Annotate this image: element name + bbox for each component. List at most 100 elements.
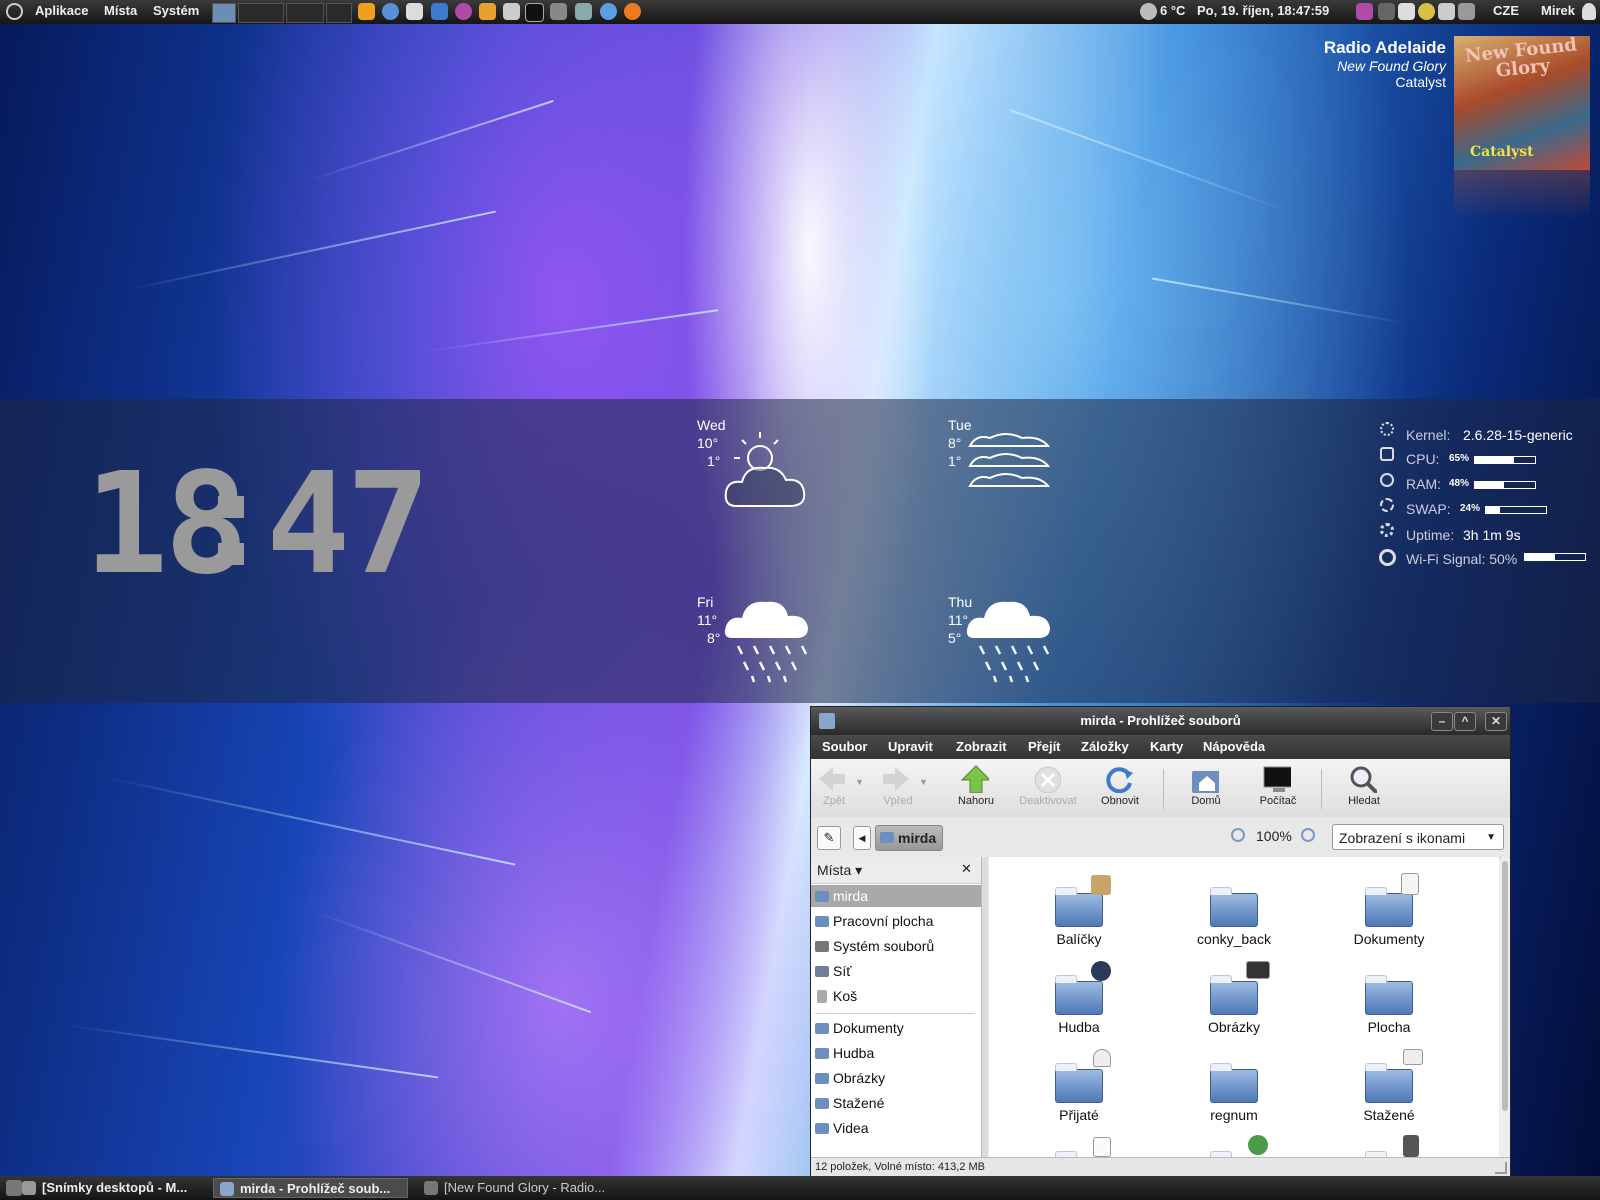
vertical-scrollbar[interactable] <box>1501 857 1509 1157</box>
folder-item-hudba[interactable]: Hudba <box>1009 955 1149 1035</box>
taskbar-item-file-manager[interactable]: mirda - Prohlížeč soub... <box>213 1178 408 1198</box>
folder-item-stazene[interactable]: Stažené <box>1319 1043 1459 1123</box>
menu-napoveda[interactable]: Nápověda <box>1203 739 1265 754</box>
browser-icon[interactable] <box>382 3 399 20</box>
folder-item-dokumenty[interactable]: Dokumenty <box>1319 867 1459 947</box>
view-mode-select[interactable]: Zobrazení s ikonami ▼ <box>1332 824 1504 850</box>
pidgin-icon[interactable] <box>431 3 448 20</box>
cloud-icon[interactable] <box>1398 3 1415 20</box>
status-icon[interactable] <box>1418 3 1435 20</box>
taskbar-item-screenshots[interactable]: [Snímky desktopů - M... <box>16 1178 232 1198</box>
home-button[interactable]: Domů <box>1171 759 1241 817</box>
workspace-2[interactable] <box>238 3 284 23</box>
mail-icon[interactable] <box>406 3 423 20</box>
app-icon[interactable] <box>550 3 567 20</box>
terminal-icon[interactable] <box>525 3 544 22</box>
menu-soubor[interactable]: Soubor <box>822 739 868 754</box>
menu-system[interactable]: Systém <box>153 3 199 18</box>
close-button[interactable]: ✕ <box>1485 712 1507 731</box>
keyboard-layout[interactable]: CZE <box>1493 3 1519 18</box>
workspace-4[interactable] <box>326 3 352 23</box>
user-menu[interactable]: Mirek <box>1541 3 1575 18</box>
sidebar-item-network[interactable]: Síť <box>811 960 981 982</box>
user-icon[interactable] <box>1582 3 1596 20</box>
zoom-out-icon[interactable] <box>1231 828 1245 842</box>
sidebar-close-icon[interactable]: ✕ <box>961 861 972 877</box>
path-back-button[interactable]: ◀ <box>853 826 871 850</box>
notification-icon[interactable] <box>1356 3 1373 20</box>
weather-temp[interactable]: 6 °C <box>1160 3 1185 18</box>
calculator-icon[interactable] <box>575 3 592 20</box>
minimize-button[interactable]: – <box>1431 712 1453 731</box>
folder-item-conky-back[interactable]: conky_back <box>1164 867 1304 947</box>
alert-icon[interactable] <box>455 3 472 20</box>
station-name: Radio Adelaide <box>1323 38 1446 57</box>
up-button[interactable]: Nahoru <box>941 759 1011 817</box>
sidebar-item-trash[interactable]: Koš <box>811 985 981 1007</box>
package-icon[interactable] <box>479 3 496 20</box>
launcher-icon[interactable] <box>358 3 375 20</box>
music-player-icon <box>424 1181 438 1195</box>
folder-item-plocha[interactable]: Plocha <box>1319 955 1459 1035</box>
search-button[interactable]: Hledat <box>1329 759 1399 817</box>
firefox-icon[interactable] <box>624 3 641 20</box>
folder-item-partial[interactable] <box>1009 1131 1149 1157</box>
wifi-icon[interactable] <box>1378 3 1395 20</box>
resize-grip-icon[interactable] <box>1495 1162 1507 1174</box>
back-button[interactable]: ▼ Zpět <box>811 759 881 817</box>
folder-item-obrazky[interactable]: Obrázky <box>1164 955 1304 1035</box>
sidebar-resize-handle[interactable] <box>982 857 988 1157</box>
sidebar-item-documents[interactable]: Dokumenty <box>811 1017 981 1039</box>
path-button-mirda[interactable]: mirda <box>875 825 944 851</box>
window-titlebar[interactable]: mirda - Prohlížeč souborů – ^ ✕ <box>811 707 1510 735</box>
workspace-3[interactable] <box>286 3 324 23</box>
editor-icon[interactable] <box>503 3 520 20</box>
wallpaper-streak <box>421 309 719 353</box>
forward-button[interactable]: ▼ Vpřed <box>875 759 945 817</box>
stop-button[interactable]: Deaktivovat <box>1013 759 1083 817</box>
edit-location-button[interactable]: ✎ <box>817 826 841 850</box>
maximize-button[interactable]: ^ <box>1454 712 1476 731</box>
reload-button[interactable]: Obnovit <box>1085 759 1155 817</box>
sidebar-item-filesystem[interactable]: Systém souborů <box>811 935 981 957</box>
menu-prejit[interactable]: Přejít <box>1028 739 1061 754</box>
sidebar-item-desktop[interactable]: Pracovní plocha <box>811 910 981 932</box>
menu-mista[interactable]: Místa <box>104 3 137 18</box>
cover-title: New Found Glory <box>1464 36 1578 82</box>
sidebar-item-music[interactable]: Hudba <box>811 1042 981 1064</box>
scrollbar-thumb[interactable] <box>1502 861 1508 1111</box>
toolbar-separator <box>1163 769 1164 809</box>
clock-datetime[interactable]: Po, 19. říjen, 18:47:59 <box>1197 3 1329 18</box>
weather-icon[interactable] <box>1140 3 1157 20</box>
folder-item-regnum[interactable]: regnum <box>1164 1043 1304 1123</box>
ubuntu-logo-icon[interactable] <box>6 3 23 20</box>
cpu-bar-fill <box>1475 457 1514 463</box>
menu-upravit[interactable]: Upravit <box>888 739 933 754</box>
sidebar-type-select[interactable]: Místa ▾ <box>817 862 862 879</box>
back-dropdown-icon[interactable]: ▼ <box>855 777 864 787</box>
folder-item-balicky[interactable]: Balíčky <box>1009 867 1149 947</box>
drop-icon[interactable] <box>600 3 617 20</box>
menu-karty[interactable]: Karty <box>1150 739 1183 754</box>
sidebar-item-pictures[interactable]: Obrázky <box>811 1067 981 1089</box>
forward-dropdown-icon[interactable]: ▼ <box>919 777 928 787</box>
menu-zobrazit[interactable]: Zobrazit <box>956 739 1007 754</box>
battery-icon[interactable] <box>1438 3 1455 20</box>
folder-item-partial[interactable] <box>1319 1131 1459 1157</box>
folder-item-partial[interactable] <box>1164 1131 1304 1157</box>
zoom-in-icon[interactable] <box>1301 828 1315 842</box>
forecast-high: 11° <box>697 612 718 628</box>
window-icon[interactable] <box>819 713 835 729</box>
zoom-level: 100% <box>1256 828 1292 844</box>
volume-icon[interactable] <box>1458 3 1475 20</box>
taskbar-item-music-player[interactable]: [New Found Glory - Radio... <box>418 1178 644 1198</box>
folder-item-prijate[interactable]: Přijaté <box>1009 1043 1149 1123</box>
sidebar-item-videos[interactable]: Videa <box>811 1117 981 1139</box>
folder-label: Stažené <box>1363 1107 1415 1123</box>
menu-aplikace[interactable]: Aplikace <box>35 3 88 18</box>
menu-zalozky[interactable]: Záložky <box>1081 739 1129 754</box>
sidebar-item-mirda[interactable]: mirda <box>811 885 981 907</box>
computer-button[interactable]: Počítač <box>1243 759 1313 817</box>
workspace-1[interactable] <box>212 3 236 23</box>
sidebar-item-downloads[interactable]: Stažené <box>811 1092 981 1114</box>
